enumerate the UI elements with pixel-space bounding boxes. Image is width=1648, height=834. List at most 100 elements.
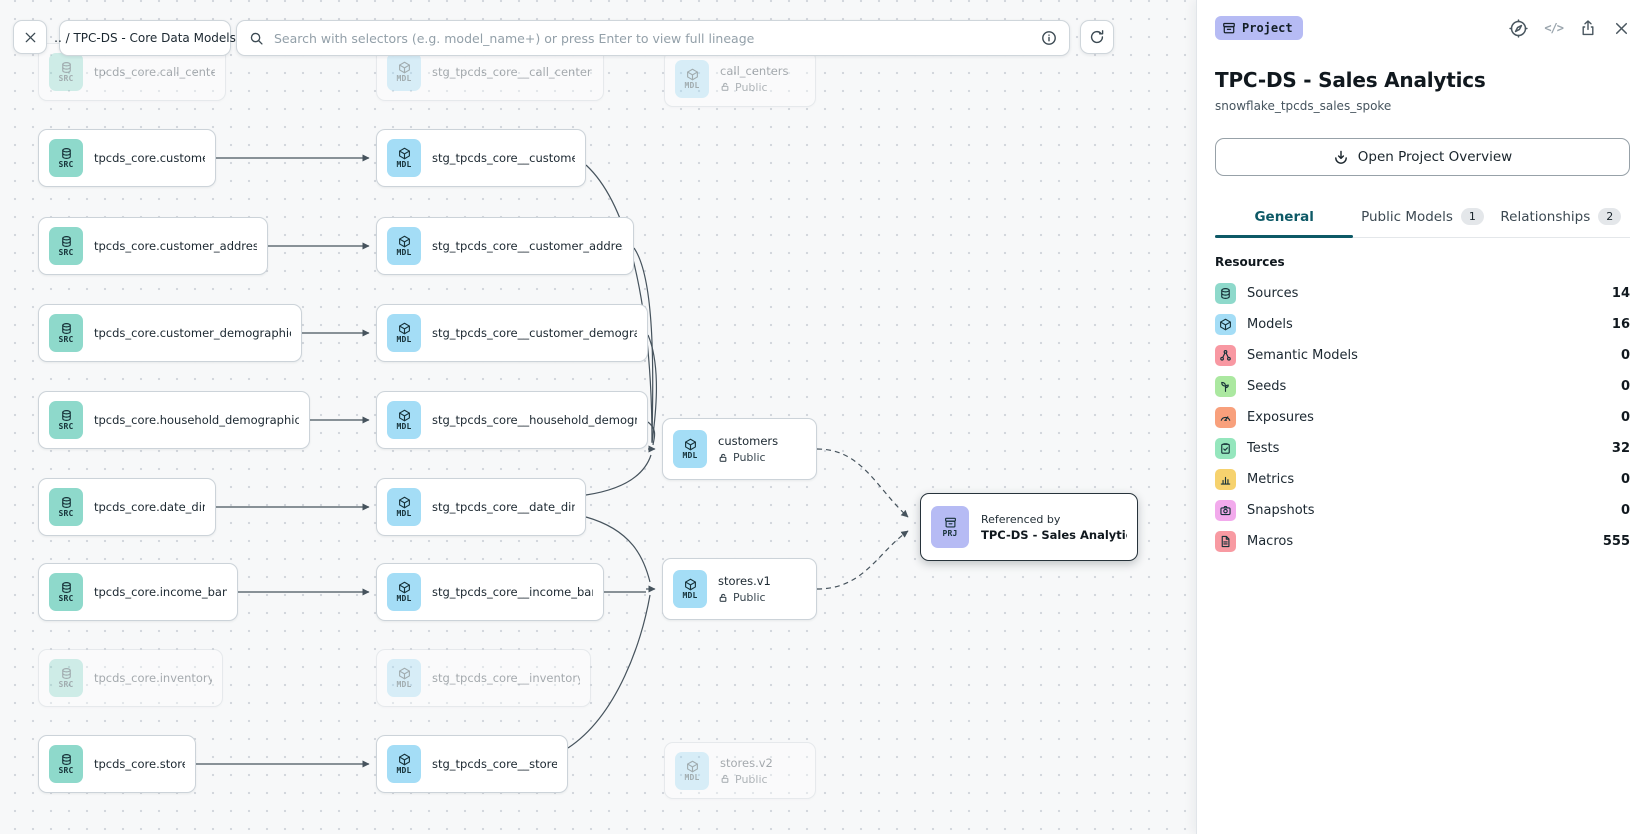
model-badge: MDL bbox=[387, 314, 421, 352]
node-label: stores.v2 bbox=[720, 756, 773, 770]
model-badge: MDL bbox=[675, 752, 709, 790]
resource-row-tests[interactable]: Tests 32 bbox=[1215, 433, 1630, 464]
source-badge: SRC bbox=[49, 488, 83, 526]
semantic-graph-icon bbox=[1215, 345, 1236, 366]
resource-row-seeds[interactable]: Seeds 0 bbox=[1215, 371, 1630, 402]
panel-subtitle: snowflake_tpcds_sales_spoke bbox=[1215, 99, 1630, 113]
cube-icon bbox=[1215, 314, 1236, 335]
source-badge: SRC bbox=[49, 659, 83, 697]
project-overview-icon bbox=[1333, 149, 1349, 165]
resource-count: 16 bbox=[1612, 317, 1630, 332]
node-stg-customer[interactable]: MDL stg_tpcds_core__customer bbox=[376, 129, 586, 187]
node-stg-customer-address[interactable]: MDL stg_tpcds_core__customer_address bbox=[376, 217, 634, 275]
close-icon bbox=[1613, 20, 1630, 37]
close-panel-button[interactable] bbox=[1613, 20, 1630, 37]
refresh-lineage-button[interactable] bbox=[1080, 20, 1114, 54]
node-src-store[interactable]: SRC tpcds_core.store bbox=[38, 735, 196, 793]
node-public-stores-v2[interactable]: MDL stores.v2 Public bbox=[664, 742, 816, 799]
panel-actions: </> bbox=[1509, 19, 1630, 38]
resource-type-badge: Project bbox=[1215, 16, 1303, 40]
node-label: stg_tpcds_core__customer_address bbox=[432, 239, 623, 253]
node-project-tpcds-sales-analytics[interactable]: PRJ Referenced by TPC-DS - Sales Analyti… bbox=[920, 493, 1138, 561]
node-label: tpcds_core.date_dim bbox=[94, 500, 205, 514]
resource-row-macros[interactable]: Macros 555 bbox=[1215, 526, 1630, 557]
lock-icon bbox=[718, 593, 728, 603]
node-label: tpcds_core.household_demographics bbox=[94, 413, 299, 427]
model-badge: MDL bbox=[673, 570, 707, 608]
node-stg-customer-demographics[interactable]: MDL stg_tpcds_core__customer_demogra… bbox=[376, 304, 648, 362]
share-button[interactable] bbox=[1579, 19, 1597, 37]
tab-public-models[interactable]: Public Models 1 bbox=[1353, 200, 1491, 237]
access-line: Public bbox=[718, 451, 778, 464]
panel-title: TPC-DS - Sales Analytics bbox=[1215, 68, 1630, 92]
resource-count: 0 bbox=[1621, 410, 1630, 425]
breadcrumb[interactable]: .. / TPC-DS - Core Data Models bbox=[59, 20, 231, 56]
node-label: tpcds_core.customer bbox=[94, 151, 205, 165]
source-badge: SRC bbox=[49, 401, 83, 439]
cube-icon bbox=[398, 322, 411, 335]
node-src-inventory[interactable]: SRC tpcds_core.inventory bbox=[38, 649, 223, 707]
resource-count: 0 bbox=[1621, 348, 1630, 363]
node-stg-inventory[interactable]: MDL stg_tpcds_core__inventory bbox=[376, 649, 591, 707]
node-stg-store[interactable]: MDL stg_tpcds_core__store bbox=[376, 735, 568, 793]
node-src-date-dim[interactable]: SRC tpcds_core.date_dim bbox=[38, 478, 216, 536]
resource-row-metrics[interactable]: Metrics 0 bbox=[1215, 464, 1630, 495]
model-badge: MDL bbox=[387, 401, 421, 439]
cube-icon bbox=[398, 147, 411, 160]
file-icon bbox=[1215, 531, 1236, 552]
close-lineage-button[interactable] bbox=[13, 20, 47, 54]
close-icon bbox=[23, 30, 38, 45]
lineage-app: SRC tpcds_core.call_center SRC tpcds_cor… bbox=[0, 0, 1648, 834]
resource-count: 0 bbox=[1621, 503, 1630, 518]
node-src-customer-demographics[interactable]: SRC tpcds_core.customer_demographics bbox=[38, 304, 302, 362]
node-src-customer[interactable]: SRC tpcds_core.customer bbox=[38, 129, 216, 187]
node-label: customers bbox=[718, 434, 778, 448]
camera-icon bbox=[1215, 500, 1236, 521]
node-stg-income-band[interactable]: MDL stg_tpcds_core__income_band bbox=[376, 563, 604, 621]
resource-row-models[interactable]: Models 16 bbox=[1215, 309, 1630, 340]
tab-count-badge: 1 bbox=[1461, 208, 1484, 225]
node-label: tpcds_core.income_band bbox=[94, 585, 227, 599]
open-project-overview-button[interactable]: Open Project Overview bbox=[1215, 138, 1630, 176]
model-badge: MDL bbox=[387, 53, 421, 91]
node-public-customers[interactable]: MDL customers Public bbox=[662, 418, 817, 480]
model-badge: MDL bbox=[387, 227, 421, 265]
resource-count: 14 bbox=[1612, 286, 1630, 301]
node-src-income-band[interactable]: SRC tpcds_core.income_band bbox=[38, 563, 238, 621]
node-public-stores-v1[interactable]: MDL stores.v1 Public bbox=[662, 558, 817, 620]
info-icon[interactable] bbox=[1041, 30, 1057, 46]
database-icon bbox=[60, 581, 73, 594]
node-public-call-centers[interactable]: MDL call_centers Public bbox=[664, 50, 816, 107]
lock-icon bbox=[718, 453, 728, 463]
node-label: tpcds_core.call_center bbox=[94, 65, 215, 79]
node-stg-household-demographics[interactable]: MDL stg_tpcds_core__household_demogr… bbox=[376, 391, 648, 449]
search-input[interactable] bbox=[272, 30, 1033, 47]
resource-row-exposures[interactable]: Exposures 0 bbox=[1215, 402, 1630, 433]
database-icon bbox=[60, 409, 73, 422]
resource-row-snapshots[interactable]: Snapshots 0 bbox=[1215, 495, 1630, 526]
source-badge: SRC bbox=[49, 227, 83, 265]
share-icon bbox=[1579, 19, 1597, 37]
model-badge: MDL bbox=[675, 60, 709, 98]
compass-icon bbox=[1509, 19, 1528, 38]
node-label: tpcds_core.customer_demographics bbox=[94, 326, 291, 340]
node-label: stg_tpcds_core__call_center bbox=[432, 65, 592, 79]
code-icon[interactable]: </> bbox=[1544, 21, 1563, 35]
resource-count: 0 bbox=[1621, 379, 1630, 394]
source-badge: SRC bbox=[49, 745, 83, 783]
node-src-customer-address[interactable]: SRC tpcds_core.customer_address bbox=[38, 217, 268, 275]
source-badge: SRC bbox=[49, 53, 83, 91]
node-label: stg_tpcds_core__customer_demogra… bbox=[432, 326, 637, 340]
node-src-household-demographics[interactable]: SRC tpcds_core.household_demographics bbox=[38, 391, 310, 449]
tab-count-badge: 2 bbox=[1598, 208, 1621, 225]
tab-general[interactable]: General bbox=[1215, 200, 1353, 237]
lineage-canvas[interactable]: SRC tpcds_core.call_center SRC tpcds_cor… bbox=[0, 0, 1196, 834]
tab-relationships[interactable]: Relationships 2 bbox=[1492, 200, 1630, 237]
resource-row-semantic-models[interactable]: Semantic Models 0 bbox=[1215, 340, 1630, 371]
node-label: tpcds_core.inventory bbox=[94, 671, 212, 685]
gauge-icon bbox=[1215, 407, 1236, 428]
explore-lineage-button[interactable] bbox=[1509, 19, 1528, 38]
resource-row-sources[interactable]: Sources 14 bbox=[1215, 278, 1630, 309]
model-badge: MDL bbox=[387, 488, 421, 526]
node-stg-date-dim[interactable]: MDL stg_tpcds_core__date_dim bbox=[376, 478, 586, 536]
